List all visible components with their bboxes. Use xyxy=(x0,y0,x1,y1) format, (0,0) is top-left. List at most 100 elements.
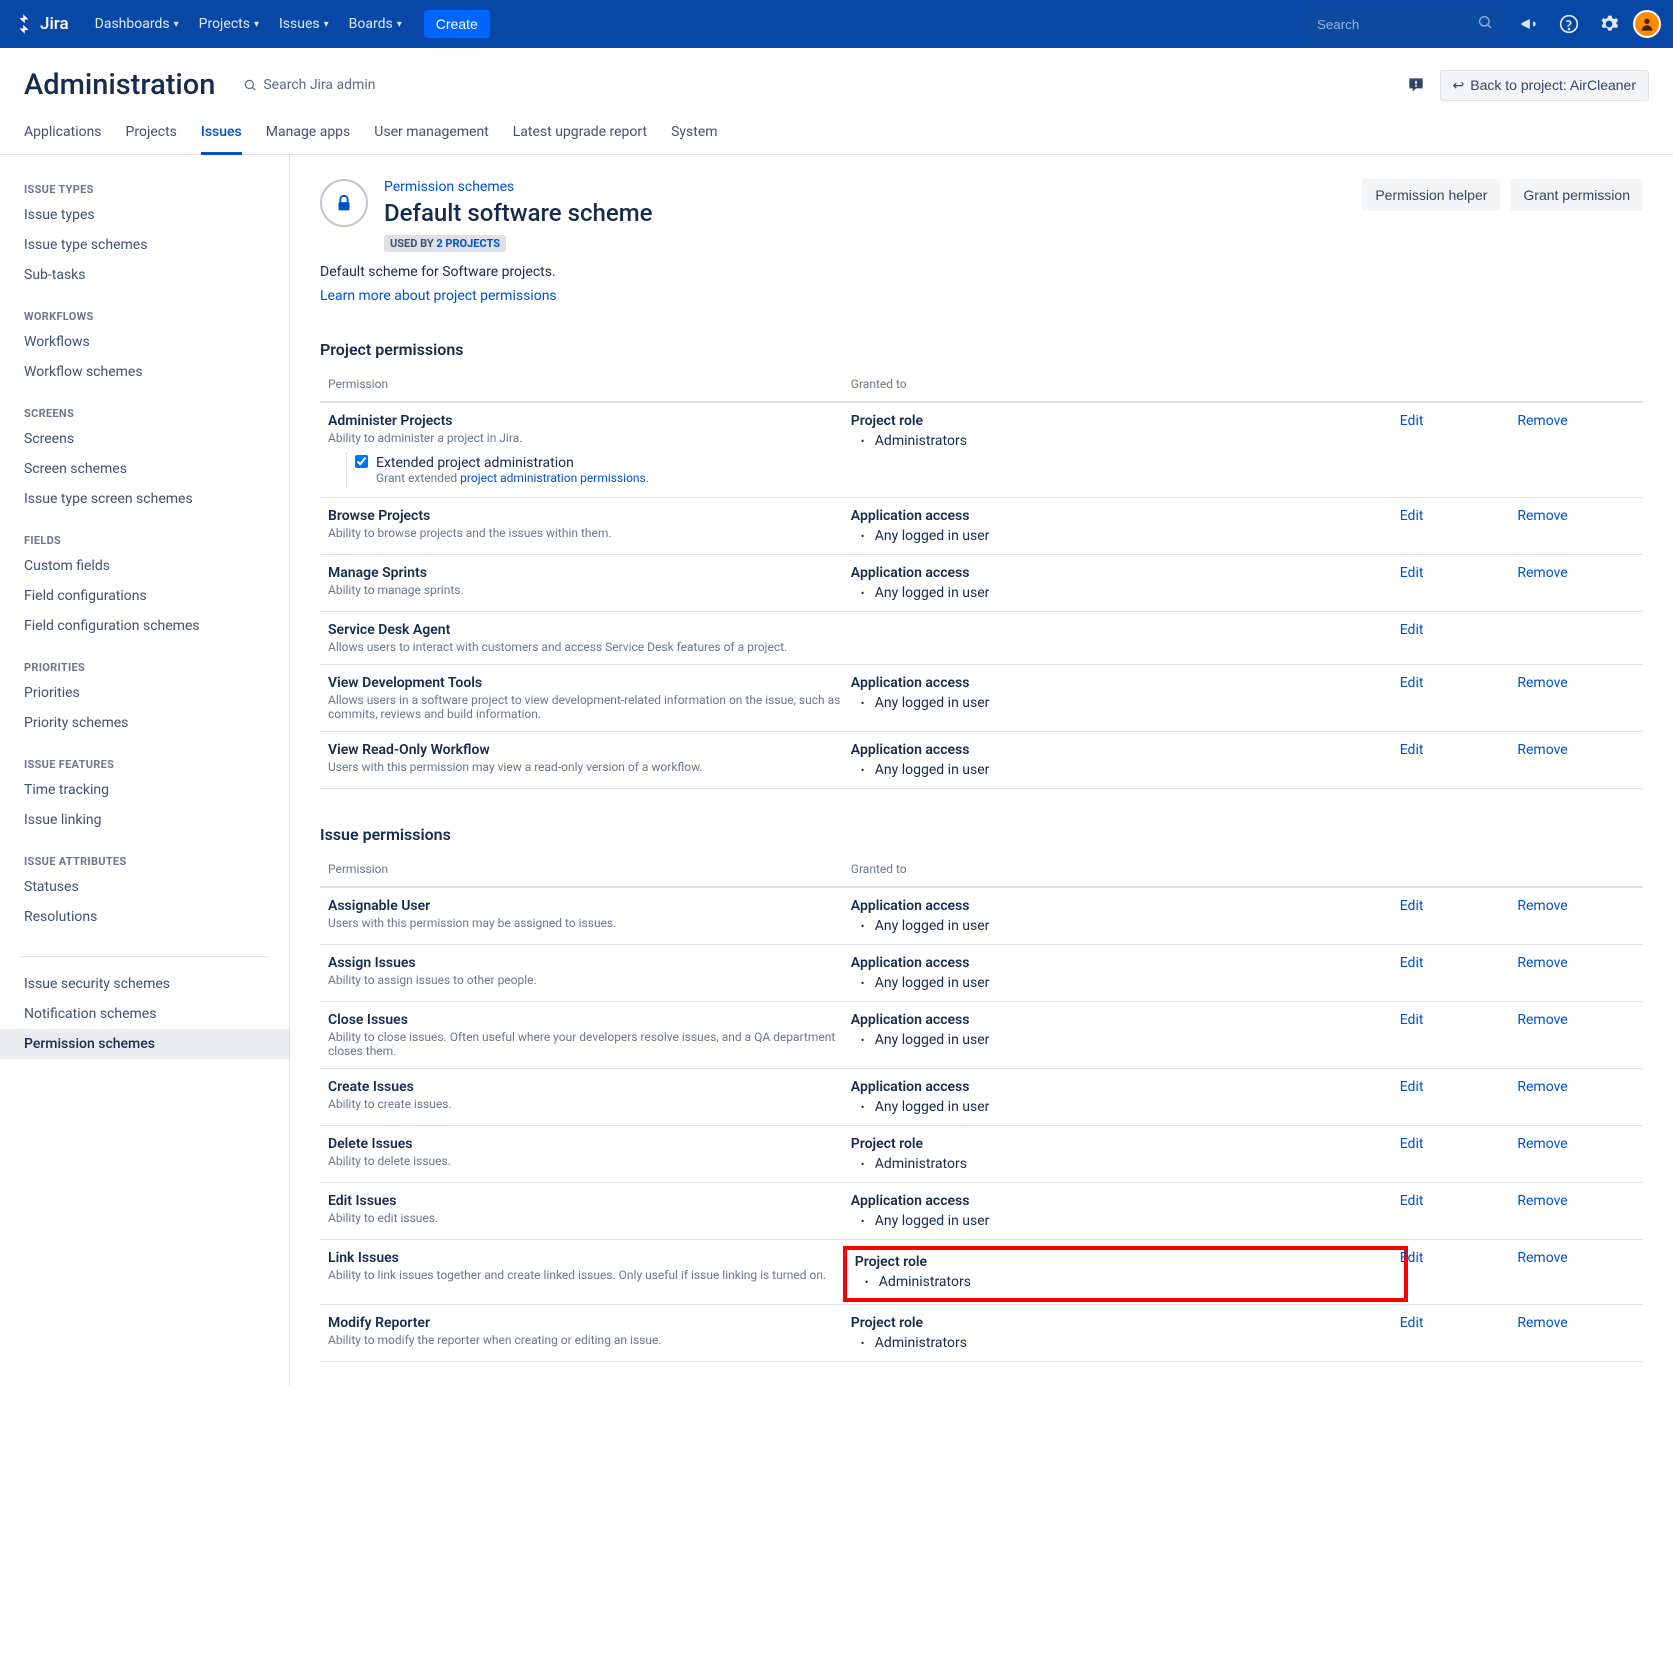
grant-title: Application access xyxy=(851,898,1400,914)
nav-projects[interactable]: Projects▾ xyxy=(189,0,269,48)
admin-header: Administration Search Jira admin ↩ Back … xyxy=(0,48,1673,114)
sidebar-group-label: ISSUE FEATURES xyxy=(0,750,289,775)
edit-link[interactable]: Edit xyxy=(1400,413,1424,429)
grant-item: Any logged in user xyxy=(875,528,1400,544)
permission-row: Browse ProjectsAbility to browse project… xyxy=(320,498,1643,555)
remove-link[interactable]: Remove xyxy=(1517,508,1567,524)
remove-link[interactable]: Remove xyxy=(1517,1079,1567,1095)
user-avatar[interactable] xyxy=(1633,10,1661,38)
permission-row: Assign IssuesAbility to assign issues to… xyxy=(320,945,1643,1002)
permission-desc: Ability to modify the reporter when crea… xyxy=(328,1333,851,1347)
global-search-input[interactable] xyxy=(1317,17,1477,32)
permission-helper-button[interactable]: Permission helper xyxy=(1362,179,1500,211)
remove-link[interactable]: Remove xyxy=(1517,1012,1567,1028)
permission-desc: Ability to manage sprints. xyxy=(328,583,851,597)
remove-link[interactable]: Remove xyxy=(1517,413,1567,429)
permission-row: Close IssuesAbility to close issues. Oft… xyxy=(320,1002,1643,1069)
permission-desc: Ability to edit issues. xyxy=(328,1211,851,1225)
permission-row: Assignable User Users with this permissio… xyxy=(320,888,1643,945)
edit-link[interactable]: Edit xyxy=(1400,508,1424,524)
edit-link[interactable]: Edit xyxy=(1400,675,1424,691)
sidebar-item-issue-type-schemes[interactable]: Issue type schemes xyxy=(0,230,289,260)
global-search[interactable] xyxy=(1305,8,1505,40)
sidebar-item-field-configurations[interactable]: Field configurations xyxy=(0,581,289,611)
jira-logo[interactable]: Jira xyxy=(12,12,69,36)
edit-link[interactable]: Edit xyxy=(1400,622,1424,638)
feedback-icon[interactable] xyxy=(1404,73,1428,97)
remove-link[interactable]: Remove xyxy=(1517,1250,1567,1266)
nav-boards[interactable]: Boards▾ xyxy=(339,0,412,48)
sidebar-item-priorities[interactable]: Priorities xyxy=(0,678,289,708)
grant-item: Any logged in user xyxy=(875,1213,1400,1229)
tab-system[interactable]: System xyxy=(671,114,717,154)
tab-projects[interactable]: Projects xyxy=(126,114,177,154)
edit-link[interactable]: Edit xyxy=(1400,955,1424,971)
admin-search[interactable]: Search Jira admin xyxy=(243,77,375,93)
remove-link[interactable]: Remove xyxy=(1517,1136,1567,1152)
extended-admin-checkbox[interactable] xyxy=(355,455,368,468)
megaphone-icon[interactable] xyxy=(1513,8,1545,40)
sidebar-item-issue-types[interactable]: Issue types xyxy=(0,200,289,230)
grant-item: Administrators xyxy=(875,1156,1400,1172)
page-title: Default software scheme xyxy=(384,199,652,227)
lock-icon xyxy=(320,179,368,227)
create-button[interactable]: Create xyxy=(424,10,490,38)
edit-link[interactable]: Edit xyxy=(1400,1193,1424,1209)
sidebar-item-notification-schemes[interactable]: Notification schemes xyxy=(0,999,289,1029)
help-icon[interactable] xyxy=(1553,8,1585,40)
edit-link[interactable]: Edit xyxy=(1400,1012,1424,1028)
gear-icon[interactable] xyxy=(1593,8,1625,40)
tab-applications[interactable]: Applications xyxy=(24,114,102,154)
grant-item: Any logged in user xyxy=(875,975,1400,991)
sidebar-item-issue-security-schemes[interactable]: Issue security schemes xyxy=(0,969,289,999)
edit-link[interactable]: Edit xyxy=(1400,1079,1424,1095)
sidebar-item-time-tracking[interactable]: Time tracking xyxy=(0,775,289,805)
sidebar-item-sub-tasks[interactable]: Sub-tasks xyxy=(0,260,289,290)
nav-issues[interactable]: Issues▾ xyxy=(269,0,339,48)
remove-link[interactable]: Remove xyxy=(1517,898,1567,914)
edit-link[interactable]: Edit xyxy=(1400,1136,1424,1152)
breadcrumb-link[interactable]: Permission schemes xyxy=(384,179,652,195)
tab-latest-upgrade-report[interactable]: Latest upgrade report xyxy=(513,114,647,154)
sidebar-item-screens[interactable]: Screens xyxy=(0,424,289,454)
sidebar-item-permission-schemes[interactable]: Permission schemes xyxy=(0,1029,289,1059)
back-button[interactable]: ↩ Back to project: AirCleaner xyxy=(1440,70,1649,101)
permission-name: Assignable User xyxy=(328,898,851,914)
sidebar-item-issue-type-screen-schemes[interactable]: Issue type screen schemes xyxy=(0,484,289,514)
sidebar-item-custom-fields[interactable]: Custom fields xyxy=(0,551,289,581)
sidebar-item-workflow-schemes[interactable]: Workflow schemes xyxy=(0,357,289,387)
remove-link[interactable]: Remove xyxy=(1517,675,1567,691)
permission-desc: Ability to browse projects and the issue… xyxy=(328,526,851,540)
learn-more-link[interactable]: Learn more about project permissions xyxy=(320,288,557,304)
edit-link[interactable]: Edit xyxy=(1400,1315,1424,1331)
sidebar-item-field-configuration-schemes[interactable]: Field configuration schemes xyxy=(0,611,289,641)
remove-link[interactable]: Remove xyxy=(1517,742,1567,758)
permission-name: Modify Reporter xyxy=(328,1315,851,1331)
sidebar-item-workflows[interactable]: Workflows xyxy=(0,327,289,357)
sidebar-item-resolutions[interactable]: Resolutions xyxy=(0,902,289,932)
tab-issues[interactable]: Issues xyxy=(201,114,242,155)
edit-link[interactable]: Edit xyxy=(1400,742,1424,758)
sidebar-item-issue-linking[interactable]: Issue linking xyxy=(0,805,289,835)
edit-link[interactable]: Edit xyxy=(1400,1250,1424,1266)
ext-admin-link[interactable]: project administration permissions xyxy=(460,471,646,485)
permission-row: View Development ToolsAllows users in a … xyxy=(320,665,1643,732)
grant-title: Project role xyxy=(851,1315,1400,1331)
sidebar-item-statuses[interactable]: Statuses xyxy=(0,872,289,902)
remove-link[interactable]: Remove xyxy=(1517,565,1567,581)
back-label: Back to project: AirCleaner xyxy=(1470,77,1636,93)
nav-dashboards[interactable]: Dashboards▾ xyxy=(85,0,189,48)
tab-user-management[interactable]: User management xyxy=(374,114,488,154)
permission-desc: Users with this permission may be assign… xyxy=(328,916,851,930)
tab-manage-apps[interactable]: Manage apps xyxy=(266,114,351,154)
edit-link[interactable]: Edit xyxy=(1400,898,1424,914)
extended-admin-row: Extended project administrationGrant ext… xyxy=(346,453,851,487)
remove-link[interactable]: Remove xyxy=(1517,1193,1567,1209)
sidebar-item-priority-schemes[interactable]: Priority schemes xyxy=(0,708,289,738)
remove-link[interactable]: Remove xyxy=(1517,955,1567,971)
sidebar-item-screen-schemes[interactable]: Screen schemes xyxy=(0,454,289,484)
edit-link[interactable]: Edit xyxy=(1400,565,1424,581)
grant-permission-button[interactable]: Grant permission xyxy=(1510,179,1643,211)
used-by-badge[interactable]: USED BY 2 PROJECTS xyxy=(384,235,506,252)
remove-link[interactable]: Remove xyxy=(1517,1315,1567,1331)
